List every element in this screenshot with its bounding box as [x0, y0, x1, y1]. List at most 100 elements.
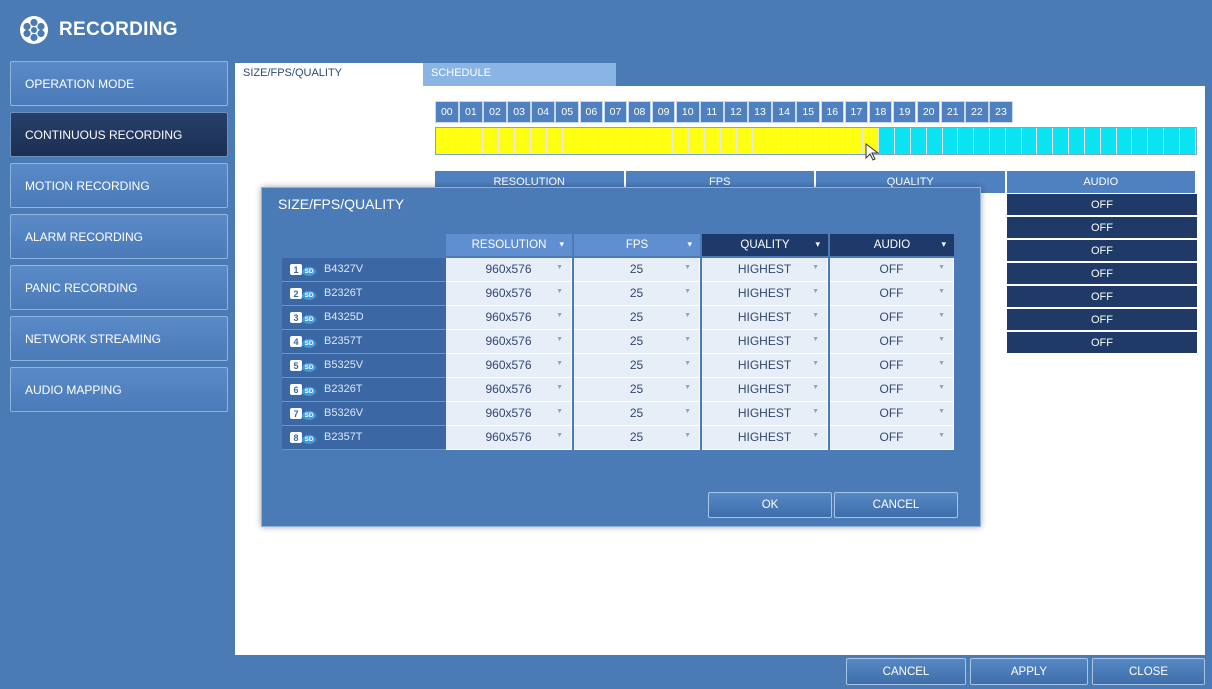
timeline-slot[interactable] [1053, 128, 1070, 154]
quality-select[interactable]: HIGHEST ▼ [702, 258, 828, 282]
header-audio-dropdown[interactable]: AUDIO ▾ [830, 234, 954, 256]
timeline-slot[interactable] [800, 128, 816, 154]
resolution-select[interactable]: 960x576 ▼ [446, 402, 572, 426]
timeline-slot[interactable] [1132, 128, 1149, 154]
timeline-slot[interactable] [1069, 128, 1085, 154]
sidebar-item-alarm-recording[interactable]: ALARM RECORDING [10, 214, 228, 259]
quality-select[interactable]: HIGHEST ▼ [702, 402, 828, 426]
fps-select[interactable]: 25 ▼ [574, 330, 700, 354]
timeline-slot[interactable] [562, 128, 579, 154]
timeline-slot[interactable] [546, 128, 563, 154]
sidebar-item-motion-recording[interactable]: MOTION RECORDING [10, 163, 228, 208]
timeline-slot[interactable] [467, 128, 484, 154]
timeline-slot[interactable] [1164, 128, 1180, 154]
timeline-slot[interactable] [974, 128, 990, 154]
timeline-slot[interactable] [1021, 128, 1038, 154]
timeline-slot[interactable] [499, 128, 516, 154]
timeline-slot[interactable] [958, 128, 975, 154]
timeline-slot[interactable] [784, 128, 801, 154]
audio-value[interactable]: OFF [1007, 286, 1197, 307]
quality-select[interactable]: HIGHEST ▼ [702, 330, 828, 354]
fps-select[interactable]: 25 ▼ [574, 426, 700, 450]
resolution-select[interactable]: 960x576 ▼ [446, 354, 572, 378]
audio-select[interactable]: OFF ▼ [830, 258, 954, 282]
resolution-select[interactable]: 960x576 ▼ [446, 330, 572, 354]
timeline-slot[interactable] [1116, 128, 1133, 154]
tab-schedule[interactable]: SCHEDULE [423, 63, 616, 86]
header-quality-dropdown[interactable]: QUALITY ▾ [702, 234, 828, 256]
resolution-select[interactable]: 960x576 ▼ [446, 426, 572, 450]
timeline-slot[interactable] [641, 128, 658, 154]
audio-select[interactable]: OFF ▼ [830, 330, 954, 354]
audio-select[interactable]: OFF ▼ [830, 354, 954, 378]
timeline-slot[interactable] [895, 128, 911, 154]
timeline-slot[interactable] [720, 128, 737, 154]
timeline-slot[interactable] [483, 128, 500, 154]
timeline-slot[interactable] [594, 128, 611, 154]
dialog-cancel-button[interactable]: CANCEL [834, 492, 958, 518]
fps-select[interactable]: 25 ▼ [574, 402, 700, 426]
timeline-slot[interactable] [515, 128, 531, 154]
sidebar-item-operation-mode[interactable]: OPERATION MODE [10, 61, 228, 106]
timeline-slot[interactable] [815, 128, 832, 154]
tab-size-fps-quality[interactable]: SIZE/FPS/QUALITY [235, 63, 423, 86]
schedule-timeline[interactable] [435, 127, 1197, 155]
timeline-slot[interactable] [689, 128, 706, 154]
timeline-slot[interactable] [578, 128, 595, 154]
timeline-slot[interactable] [436, 128, 452, 154]
audio-select[interactable]: OFF ▼ [830, 402, 954, 426]
timeline-slot[interactable] [1100, 128, 1117, 154]
quality-select[interactable]: HIGHEST ▼ [702, 282, 828, 306]
timeline-slot[interactable] [451, 128, 468, 154]
timeline-slot[interactable] [989, 128, 1006, 154]
cancel-button[interactable]: CANCEL [846, 658, 966, 685]
timeline-slot[interactable] [1005, 128, 1022, 154]
audio-select[interactable]: OFF ▼ [830, 306, 954, 330]
fps-select[interactable]: 25 ▼ [574, 354, 700, 378]
audio-value[interactable]: OFF [1007, 240, 1197, 261]
timeline-slot[interactable] [768, 128, 785, 154]
audio-value[interactable]: OFF [1007, 194, 1197, 215]
audio-value[interactable]: OFF [1007, 217, 1197, 238]
quality-select[interactable]: HIGHEST ▼ [702, 306, 828, 330]
timeline-slot[interactable] [657, 128, 674, 154]
audio-select[interactable]: OFF ▼ [830, 282, 954, 306]
timeline-slot[interactable] [705, 128, 721, 154]
fps-select[interactable]: 25 ▼ [574, 258, 700, 282]
header-fps-dropdown[interactable]: FPS ▾ [574, 234, 700, 256]
timeline-slot[interactable] [736, 128, 753, 154]
quality-select[interactable]: HIGHEST ▼ [702, 378, 828, 402]
timeline-slot[interactable] [1037, 128, 1054, 154]
fps-select[interactable]: 25 ▼ [574, 282, 700, 306]
quality-select[interactable]: HIGHEST ▼ [702, 426, 828, 450]
audio-value[interactable]: OFF [1007, 309, 1197, 330]
fps-select[interactable]: 25 ▼ [574, 378, 700, 402]
fps-select[interactable]: 25 ▼ [574, 306, 700, 330]
resolution-select[interactable]: 960x576 ▼ [446, 378, 572, 402]
sidebar-item-audio-mapping[interactable]: AUDIO MAPPING [10, 367, 228, 412]
timeline-slot[interactable] [831, 128, 848, 154]
timeline-slot[interactable] [752, 128, 769, 154]
timeline-slot[interactable] [910, 128, 927, 154]
resolution-select[interactable]: 960x576 ▼ [446, 258, 572, 282]
sidebar-item-panic-recording[interactable]: PANIC RECORDING [10, 265, 228, 310]
ok-button[interactable]: OK [708, 492, 832, 518]
timeline-slot[interactable] [1179, 128, 1196, 154]
timeline-slot[interactable] [1084, 128, 1101, 154]
timeline-slot[interactable] [926, 128, 943, 154]
timeline-slot[interactable] [610, 128, 626, 154]
header-resolution-dropdown[interactable]: RESOLUTION ▾ [446, 234, 572, 256]
audio-value[interactable]: OFF [1007, 263, 1197, 284]
sidebar-item-continuous-recording[interactable]: CONTINUOUS RECORDING [10, 112, 228, 157]
resolution-select[interactable]: 960x576 ▼ [446, 306, 572, 330]
audio-value[interactable]: OFF [1007, 332, 1197, 353]
audio-select[interactable]: OFF ▼ [830, 378, 954, 402]
timeline-slot[interactable] [673, 128, 690, 154]
timeline-slot[interactable] [1148, 128, 1165, 154]
timeline-slot[interactable] [530, 128, 547, 154]
quality-select[interactable]: HIGHEST ▼ [702, 354, 828, 378]
resolution-select[interactable]: 960x576 ▼ [446, 282, 572, 306]
audio-select[interactable]: OFF ▼ [830, 426, 954, 450]
timeline-slot[interactable] [942, 128, 959, 154]
timeline-slot[interactable] [625, 128, 642, 154]
